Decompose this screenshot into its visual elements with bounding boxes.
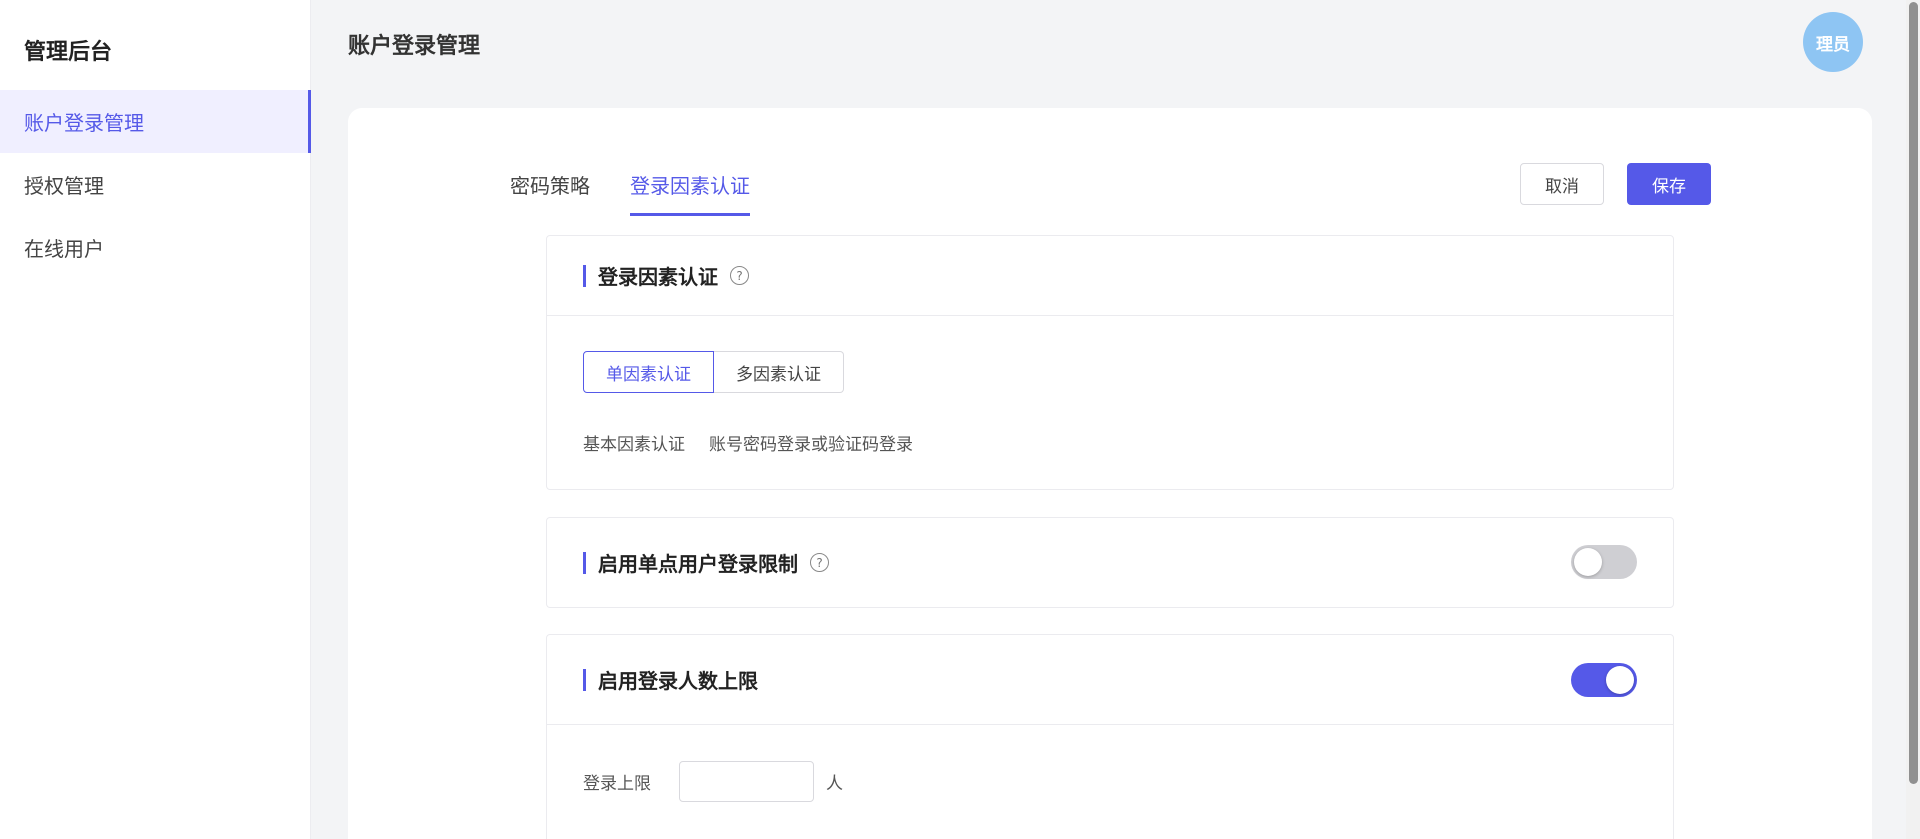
auth-factor-section: 登录因素认证 ? 单因素认证 多因素认证 基本因素认证 账号密码登录或验证码登录 — [546, 235, 1674, 490]
section-title: 登录因素认证 — [598, 265, 718, 289]
sidebar-nav: 账户登录管理 授权管理 在线用户 — [0, 90, 311, 279]
toggle-knob — [1606, 666, 1634, 694]
section-title: 启用登录人数上限 — [598, 669, 758, 693]
section-header: 启用登录人数上限 — [547, 635, 1673, 725]
login-count-limit-section: 启用登录人数上限 登录上限 人 — [546, 634, 1674, 839]
question-circle-icon[interactable]: ? — [810, 553, 829, 572]
sidebar-item-online-users[interactable]: 在线用户 — [0, 216, 311, 279]
login-limit-input[interactable] — [679, 761, 814, 802]
description-label: 基本因素认证 — [583, 435, 685, 455]
login-limit-row: 登录上限 人 — [583, 761, 843, 802]
sidebar-item-label: 在线用户 — [24, 237, 104, 261]
tab-login-factor-auth[interactable]: 登录因素认证 — [630, 170, 750, 216]
section-header: 登录因素认证 ? — [547, 236, 1673, 316]
scrollbar-thumb[interactable] — [1909, 2, 1918, 784]
login-limit-label: 登录上限 — [583, 774, 651, 794]
single-factor-option[interactable]: 单因素认证 — [583, 351, 714, 393]
scrollbar[interactable] — [1906, 0, 1920, 839]
auth-description: 基本因素认证 账号密码登录或验证码登录 — [583, 430, 913, 455]
multi-factor-option[interactable]: 多因素认证 — [714, 351, 844, 393]
cancel-button[interactable]: 取消 — [1520, 163, 1604, 205]
main-card: 密码策略 登录因素认证 取消 保存 登录因素认证 ? 单因素认证 多因素认证 基… — [348, 108, 1872, 839]
app-root: 管理后台 账户登录管理 授权管理 在线用户 账户登录管理 理员 密码策略 登录因… — [0, 0, 1920, 839]
brand-title: 管理后台 — [24, 40, 113, 65]
toggle-knob — [1574, 548, 1602, 576]
login-limit-unit: 人 — [826, 774, 843, 794]
description-value: 账号密码登录或验证码登录 — [709, 435, 913, 455]
auth-mode-segmented: 单因素认证 多因素认证 — [583, 351, 844, 393]
save-button[interactable]: 保存 — [1627, 163, 1711, 205]
sidebar-item-authorization[interactable]: 授权管理 — [0, 153, 311, 216]
section-accent-bar — [583, 551, 586, 574]
sidebar-item-account-login[interactable]: 账户登录管理 — [0, 90, 311, 153]
section-header: 启用单点用户登录限制 ? — [547, 518, 1673, 607]
avatar[interactable]: 理员 — [1803, 12, 1863, 72]
tab-password-policy[interactable]: 密码策略 — [510, 170, 590, 213]
section-accent-bar — [583, 264, 586, 287]
sidebar-item-label: 账户登录管理 — [24, 111, 144, 135]
section-title: 启用单点用户登录限制 — [598, 552, 798, 576]
single-login-limit-toggle[interactable] — [1571, 545, 1637, 579]
sidebar-item-label: 授权管理 — [24, 174, 104, 198]
sidebar: 管理后台 账户登录管理 授权管理 在线用户 — [0, 0, 311, 839]
login-count-limit-toggle[interactable] — [1571, 663, 1637, 697]
page-title: 账户登录管理 — [348, 34, 481, 59]
question-circle-icon[interactable]: ? — [730, 266, 749, 285]
single-login-limit-section: 启用单点用户登录限制 ? — [546, 517, 1674, 608]
section-accent-bar — [583, 668, 586, 691]
